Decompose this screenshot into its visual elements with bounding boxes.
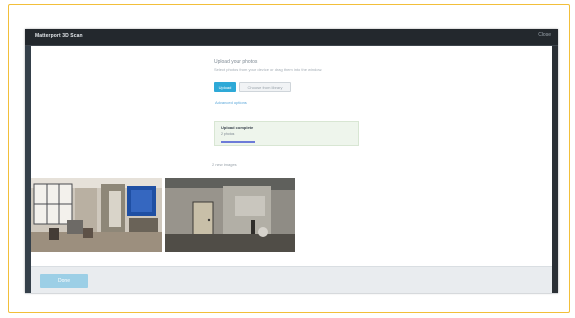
modal-title: Matterport 3D Scan	[35, 33, 83, 39]
choose-library-button[interactable]: Choose from library	[239, 82, 291, 92]
room-photo-image	[165, 178, 295, 252]
modal-header: Matterport 3D Scan Close	[25, 29, 558, 46]
close-button[interactable]: Close	[538, 32, 551, 38]
photos-label: 2 new images	[212, 162, 237, 167]
modal-footer: Done	[31, 266, 552, 294]
advanced-options-link[interactable]: Advanced options	[215, 100, 247, 105]
app-window: Matterport 3D Scan Close Upload your pho…	[25, 29, 558, 294]
status-progress-bar	[221, 141, 255, 143]
photo-thumbnail[interactable]	[165, 178, 295, 252]
done-button[interactable]: Done	[40, 274, 88, 288]
upload-status-card: Upload complete 2 photos	[214, 121, 359, 146]
bottom-divider	[25, 293, 558, 294]
status-title: Upload complete	[221, 125, 254, 130]
hallway-photo-image	[31, 178, 162, 252]
upload-button[interactable]: Upload	[214, 82, 236, 92]
section-heading: Upload your photos	[214, 59, 258, 65]
status-subtitle: 2 photos	[221, 132, 235, 136]
section-description: Select photos from your device or drag t…	[214, 67, 323, 72]
modal-body: Upload your photos Select photos from yo…	[31, 46, 552, 294]
photo-thumbnail[interactable]	[31, 178, 162, 252]
